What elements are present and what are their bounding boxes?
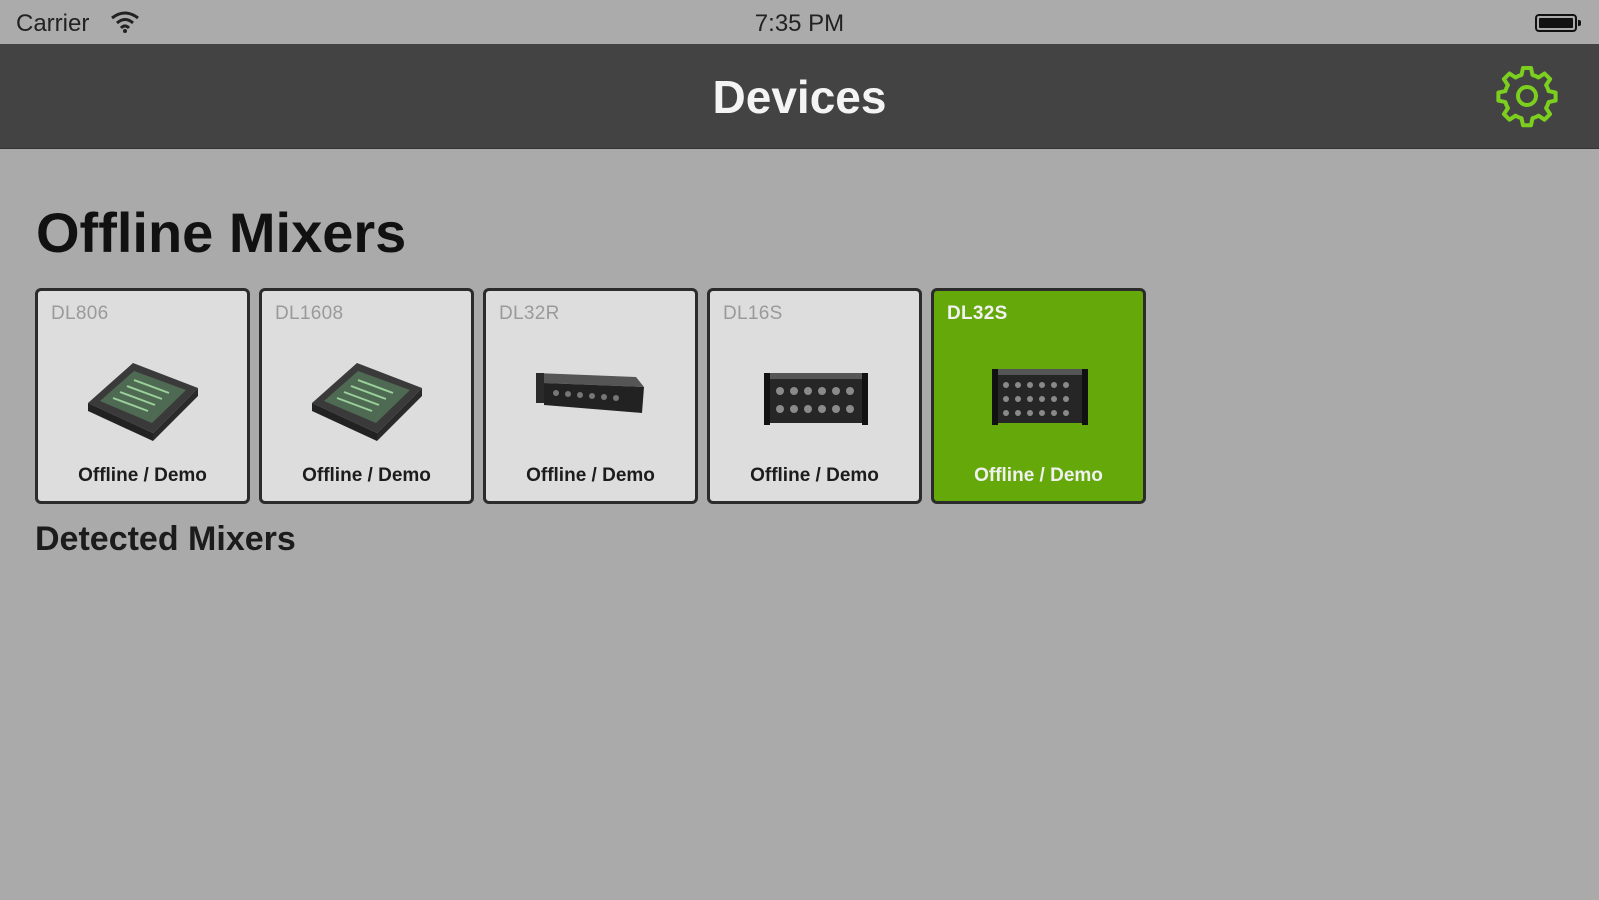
mixer-model-label: DL16S [723,303,783,324]
mixer-status-label: Offline / Demo [974,465,1103,486]
gear-icon[interactable] [1495,64,1559,128]
mixer-card-dl32r[interactable]: DL32R Offline / Demo [483,288,698,504]
mixer-card-dl806[interactable]: DL806 Offline / Demo [35,288,250,504]
rack-mixer-icon [764,373,868,425]
status-time: 7:35 PM [754,10,845,37]
tabletop-mixer-icon [88,363,198,441]
mixer-status-label: Offline / Demo [750,465,879,486]
page-title: Devices [712,71,887,123]
mixer-status-label: Offline / Demo [302,465,431,486]
navigation-bar: Devices [0,44,1599,149]
offline-mixers-list: DL806 Offline / Demo DL1608 Offline / De… [35,288,1146,504]
mixer-model-label: DL32S [947,303,1008,324]
mixer-model-label: DL1608 [275,303,344,324]
tabletop-mixer-icon [312,363,422,441]
status-bar: Carrier 7:35 PM [0,0,1599,44]
offline-mixers-heading: Offline Mixers [36,201,407,264]
rack-mixer-icon [992,369,1088,425]
mixer-card-dl32s[interactable]: DL32S Offline / Demo [931,288,1146,504]
rack-mixer-icon [536,373,644,413]
mixer-status-label: Offline / Demo [78,465,207,486]
mixer-card-dl1608[interactable]: DL1608 Offline / Demo [259,288,474,504]
mixer-status-label: Offline / Demo [526,465,655,486]
mixer-card-dl16s[interactable]: DL16S Offline / Demo [707,288,922,504]
detected-mixers-heading: Detected Mixers [35,520,296,558]
mixer-model-label: DL806 [51,303,109,324]
mixer-model-label: DL32R [499,303,560,324]
battery-icon [1535,14,1581,32]
